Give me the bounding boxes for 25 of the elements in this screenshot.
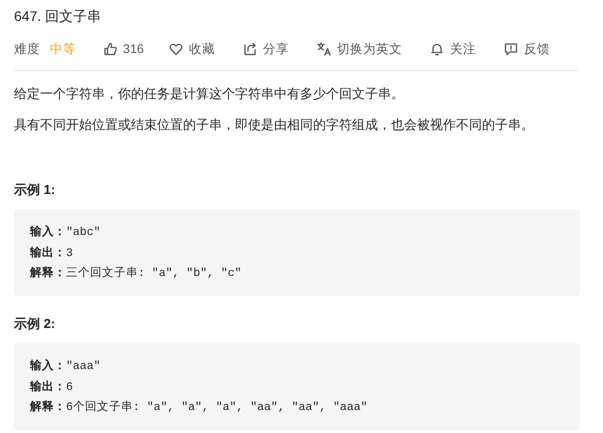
example-line: 输出：3 bbox=[30, 244, 74, 262]
example-line: 输入："abc" bbox=[30, 223, 102, 242]
translate-icon bbox=[316, 42, 331, 56]
problem-title: 647. 回文子串 bbox=[14, 7, 102, 26]
difficulty-value: 中等 bbox=[50, 41, 76, 58]
action-button[interactable]: 切换为英文 bbox=[316, 40, 402, 59]
heart-icon bbox=[168, 42, 183, 56]
feedback-icon bbox=[504, 42, 518, 56]
action-button[interactable]: 关注 bbox=[430, 40, 476, 59]
difficulty-label: 难度 bbox=[14, 41, 40, 58]
action-button[interactable]: 反馈 bbox=[504, 40, 550, 59]
bell-icon bbox=[430, 42, 444, 56]
share-icon bbox=[242, 42, 257, 56]
example-line: 输入："aaa" bbox=[30, 357, 102, 376]
action-button[interactable]: 316 bbox=[103, 40, 144, 59]
action-button[interactable]: 分享 bbox=[242, 40, 289, 59]
example-line: 解释：三个回文子串: "a", "b", "c" bbox=[30, 264, 243, 282]
description-paragraph: 给定一个字符串，你的任务是计算这个字符串中有多少个回文子串。 bbox=[14, 84, 405, 103]
example-line: 解释：6个回文子串: "a", "a", "a", "aa", "aa", "aaa" bbox=[30, 398, 369, 416]
example-heading: 示例 2: bbox=[14, 314, 56, 333]
example-heading: 示例 1: bbox=[14, 180, 56, 199]
thumbs-up-icon bbox=[103, 42, 117, 56]
description-paragraph: 具有不同开始位置或结束位置的子串，即使是由相同的字符组成，也会被视作不同的子串。 bbox=[14, 116, 535, 134]
example-line: 输出：6 bbox=[30, 378, 74, 396]
action-button[interactable]: 收藏 bbox=[168, 40, 215, 59]
